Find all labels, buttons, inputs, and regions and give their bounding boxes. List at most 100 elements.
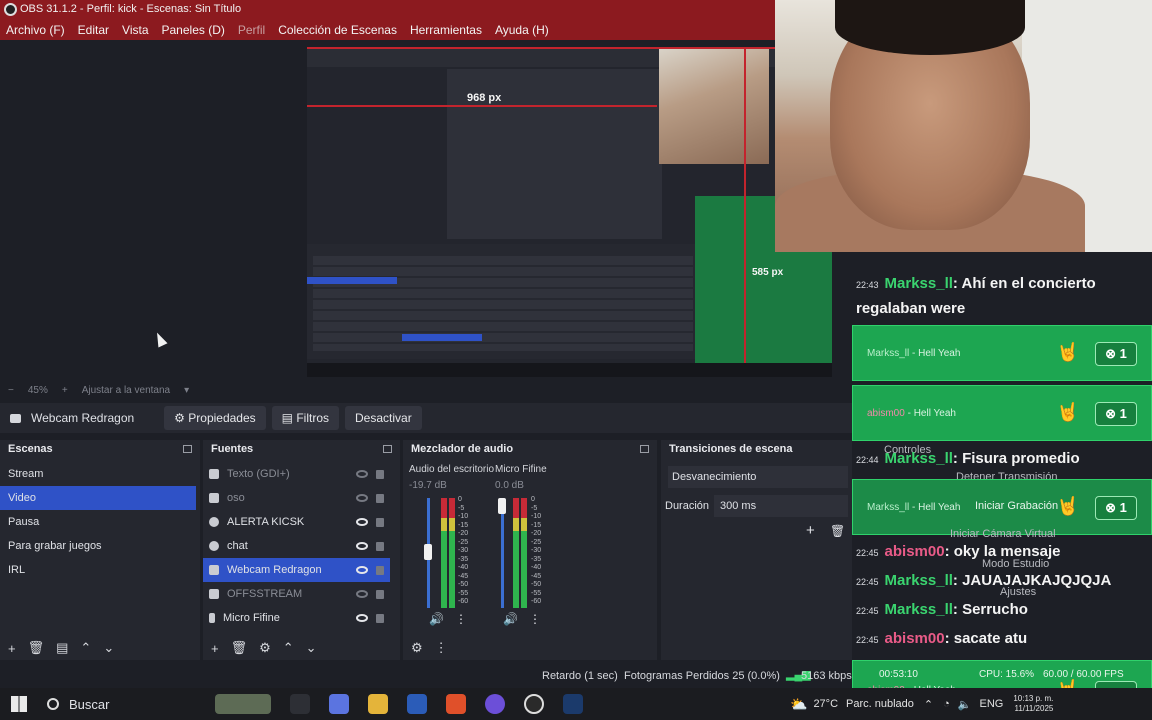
alert-count-badge: ⊗ 1	[1095, 496, 1137, 520]
remove-transition-icon[interactable]: 🗑	[830, 524, 845, 538]
settings-button[interactable]: Ajustes	[1000, 586, 1036, 598]
volume-fader-handle[interactable]	[424, 544, 432, 560]
start-recording-button[interactable]: Iniciar Grabación	[975, 500, 1058, 512]
lock-icon[interactable]	[376, 517, 384, 527]
menu-tools[interactable]: Herramientas	[410, 23, 482, 37]
cpu-usage: CPU: 15.6%	[979, 669, 1035, 680]
scene-item-irl[interactable]: IRL	[0, 558, 200, 582]
fit-dropdown-icon[interactable]: ▾	[184, 385, 189, 396]
move-up-icon[interactable]: ⌃	[80, 640, 91, 656]
add-source-icon[interactable]: +	[211, 641, 219, 656]
sources-dock: Fuentes Texto (GDI+) oso ALERTA KICSK ch…	[203, 440, 400, 660]
db-scale-tick: -10	[531, 513, 542, 520]
move-up-icon[interactable]: ⌃	[283, 640, 294, 656]
more-options-icon[interactable]: ⋮	[529, 612, 541, 626]
eye-icon[interactable]	[356, 518, 368, 526]
brave-icon[interactable]	[446, 694, 466, 714]
taskbar-search[interactable]: Buscar	[47, 697, 207, 712]
clock[interactable]: 10:13 p. m. 11/11/2025	[1013, 694, 1053, 714]
chat-user: Markss_ll	[884, 275, 953, 292]
studio-mode-button[interactable]: Modo Estudio	[982, 558, 1049, 570]
weather-desc[interactable]: Parc. nublado	[846, 698, 914, 710]
menu-view[interactable]: Vista	[122, 23, 148, 37]
source-name: Micro Fifine	[223, 612, 280, 624]
scene-item-stream[interactable]: Stream	[0, 462, 200, 486]
eye-icon[interactable]	[356, 566, 368, 574]
undock-icon[interactable]	[640, 445, 649, 453]
lock-icon[interactable]	[376, 613, 384, 623]
eye-icon[interactable]	[356, 542, 368, 550]
weather-temp[interactable]: 27°C	[813, 698, 838, 710]
source-item[interactable]: oso	[203, 486, 390, 510]
zoom-in-button[interactable]: +	[62, 385, 68, 396]
add-transition-icon[interactable]: +	[806, 522, 815, 539]
lock-icon[interactable]	[376, 469, 384, 479]
menu-docks[interactable]: Paneles (D)	[162, 23, 225, 37]
windows-start-icon[interactable]	[11, 696, 27, 712]
search-highlight-image[interactable]	[215, 694, 271, 714]
source-item[interactable]: ALERTA KICSK	[203, 510, 390, 534]
tray-overflow-icon[interactable]: ⌃	[924, 698, 933, 711]
undock-icon[interactable]	[383, 445, 392, 453]
source-settings-icon[interactable]: ⚙	[259, 640, 271, 656]
zoom-out-button[interactable]: −	[8, 385, 14, 396]
remove-scene-icon[interactable]: 🗑	[28, 640, 45, 656]
scene-filters-icon[interactable]: ▤	[56, 640, 68, 656]
source-item-selected[interactable]: Webcam Redragon	[203, 558, 390, 582]
source-item[interactable]: OFFSSTREAM	[203, 582, 390, 606]
menu-file[interactable]: Archivo (F)	[6, 23, 65, 37]
file-explorer-icon[interactable]	[368, 694, 388, 714]
add-scene-icon[interactable]: +	[8, 641, 16, 656]
menu-profile[interactable]: Perfil	[238, 23, 265, 37]
source-item[interactable]: chat	[203, 534, 390, 558]
menu-help[interactable]: Ayuda (H)	[495, 23, 549, 37]
transition-select[interactable]: Desvanecimiento	[668, 466, 848, 488]
deactivate-button[interactable]: Desactivar	[345, 406, 422, 430]
copilot-icon[interactable]	[329, 694, 349, 714]
scene-item-para-grabar-juegos[interactable]: Para grabar juegos	[0, 534, 200, 558]
filters-button[interactable]: ▤ Filtros	[271, 406, 339, 430]
source-item[interactable]: Texto (GDI+)	[203, 462, 390, 486]
undock-icon[interactable]	[183, 445, 192, 453]
db-scale: 0 -5 -10 -15 -20 -25 -30 -35 -40 -45 -50 -55 -60	[531, 496, 541, 607]
more-options-icon[interactable]: ⋮	[455, 612, 467, 626]
obs-icon[interactable]	[524, 694, 544, 714]
menu-scene-collection[interactable]: Colección de Escenas	[278, 23, 397, 37]
scene-item-video[interactable]: Video	[0, 486, 196, 510]
word-icon[interactable]	[407, 694, 427, 714]
network-icon[interactable]: ◔	[943, 698, 950, 710]
weather-icon[interactable]: ⛅	[790, 696, 807, 713]
mixer-menu-icon[interactable]: ⋮	[435, 640, 448, 656]
virtual-camera-button[interactable]: Iniciar Cámara Virtual	[950, 528, 1056, 540]
webcam-feed[interactable]	[775, 0, 1152, 252]
steam-icon[interactable]	[563, 694, 583, 714]
move-down-icon[interactable]: ⌄	[103, 640, 114, 656]
volume-fader-handle[interactable]	[498, 498, 506, 514]
lock-icon[interactable]	[376, 541, 384, 551]
source-item[interactable]: Micro Fifine	[203, 606, 390, 630]
scene-item-pausa[interactable]: Pausa	[0, 510, 200, 534]
lock-icon[interactable]	[376, 589, 384, 599]
bitrate: 5163 kbps	[801, 670, 852, 682]
speaker-icon[interactable]: 🔊	[429, 612, 444, 626]
discord-icon[interactable]	[485, 694, 505, 714]
lock-icon[interactable]	[376, 493, 384, 503]
remove-source-icon[interactable]: 🗑	[231, 640, 248, 656]
speaker-icon[interactable]: 🔊	[503, 612, 518, 626]
advanced-audio-icon[interactable]: ⚙	[411, 640, 423, 656]
scenes-title: Escenas	[8, 443, 53, 455]
menu-edit[interactable]: Editar	[78, 23, 109, 37]
task-view-icon[interactable]	[290, 694, 310, 714]
volume-icon[interactable]: 🔈	[958, 698, 972, 711]
eye-hidden-icon[interactable]	[356, 470, 368, 478]
eye-hidden-icon[interactable]	[356, 590, 368, 598]
fit-to-window[interactable]: Ajustar a la ventana	[82, 385, 170, 396]
duration-input[interactable]: 300 ms	[714, 495, 848, 517]
eye-icon[interactable]	[356, 614, 368, 622]
move-down-icon[interactable]: ⌄	[306, 640, 317, 656]
properties-button[interactable]: ⚙ Propiedades	[164, 406, 266, 430]
eye-hidden-icon[interactable]	[356, 494, 368, 502]
volume-slider-track[interactable]	[501, 498, 504, 608]
language-indicator[interactable]: ENG	[979, 698, 1003, 710]
lock-icon[interactable]	[376, 565, 384, 575]
